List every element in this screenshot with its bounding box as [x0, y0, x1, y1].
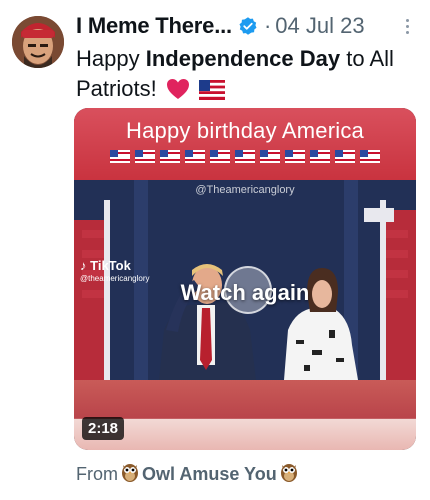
tiktok-label: TikTok: [90, 258, 131, 273]
watch-again-label[interactable]: Watch again: [74, 280, 416, 306]
owl-icon: [280, 462, 298, 487]
video-player[interactable]: Happy birthday America @Theamericanglory…: [74, 108, 416, 450]
post-header: I Meme There... · 04 Jul 23: [76, 12, 420, 40]
us-flag-row-icon: [110, 150, 380, 163]
verified-badge-icon: [238, 16, 258, 36]
display-name[interactable]: I Meme There...: [76, 13, 232, 39]
banner-text: Happy birthday America: [126, 118, 364, 143]
us-flag-icon: [198, 78, 225, 108]
tiktok-icon: ♪: [80, 258, 87, 273]
source-name[interactable]: Owl Amuse You: [142, 464, 277, 485]
post-text: Happy Independence Day to All Patriots!: [76, 44, 416, 108]
video-duration: 2:18: [82, 417, 125, 440]
source-prefix: From: [76, 464, 118, 484]
more-options-icon[interactable]: [398, 14, 416, 38]
source-attribution: From Owl Amuse You: [76, 462, 301, 487]
heart-icon: [166, 78, 190, 108]
video-bottom-band: [74, 380, 416, 450]
video-watermark: @Theamericanglory: [195, 184, 295, 196]
video-banner: Happy birthday America: [74, 108, 416, 180]
post-text-start: Happy: [76, 46, 146, 71]
post-text-bold: Independence Day: [145, 46, 341, 71]
owl-icon: [121, 462, 139, 487]
separator-dot: ·: [263, 13, 272, 38]
flag-row: [110, 150, 380, 166]
avatar[interactable]: [12, 16, 64, 68]
tiktok-logo: ♪ TikTok: [80, 258, 131, 273]
avatar-image: [12, 16, 64, 68]
post-date[interactable]: 04 Jul 23: [275, 13, 364, 39]
